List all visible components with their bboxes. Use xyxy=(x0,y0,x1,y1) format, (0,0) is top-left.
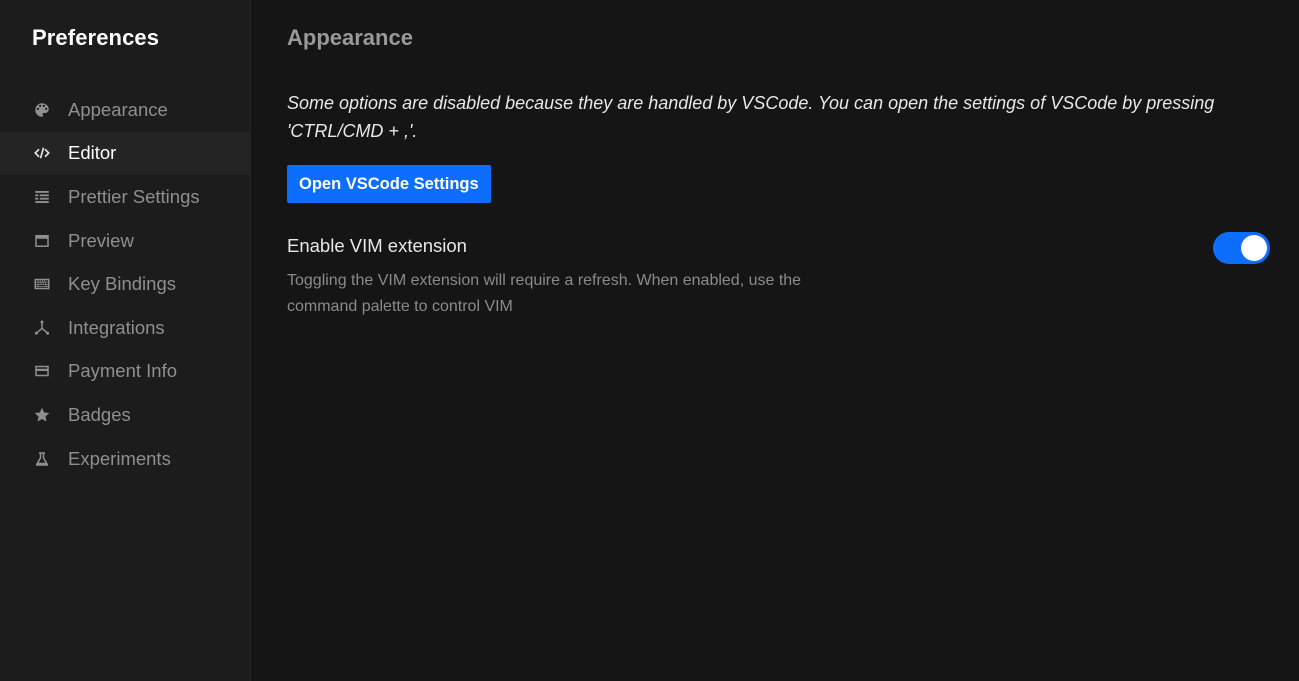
sidebar: Preferences Appearance Editor Prettier S… xyxy=(0,0,251,681)
vim-extension-setting: Enable VIM extension Toggling the VIM ex… xyxy=(287,232,1272,320)
sidebar-item-appearance[interactable]: Appearance xyxy=(0,88,250,132)
sidebar-item-payment-info[interactable]: Payment Info xyxy=(0,350,250,394)
sidebar-item-label: Editor xyxy=(68,142,117,164)
flask-icon xyxy=(32,449,52,469)
open-vscode-settings-button[interactable]: Open VSCode Settings xyxy=(287,165,491,203)
sidebar-item-editor[interactable]: Editor xyxy=(0,131,250,176)
setting-label: Enable VIM extension xyxy=(287,235,467,256)
format-list-icon xyxy=(32,187,52,207)
vim-extension-toggle[interactable] xyxy=(1213,232,1270,264)
sidebar-item-key-bindings[interactable]: Key Bindings xyxy=(0,262,250,306)
sidebar-item-prettier-settings[interactable]: Prettier Settings xyxy=(0,175,250,219)
star-icon xyxy=(32,405,52,425)
sidebar-item-label: Key Bindings xyxy=(68,273,176,295)
credit-card-icon xyxy=(32,361,52,381)
sidebar-item-label: Payment Info xyxy=(68,360,178,382)
sidebar-item-label: Badges xyxy=(68,403,131,425)
main-panel: Appearance Some options are disabled bec… xyxy=(251,0,1299,681)
keyboard-icon xyxy=(32,274,52,294)
sidebar-item-badges[interactable]: Badges xyxy=(0,393,250,437)
sidebar-nav: Appearance Editor Prettier Settings Prev… xyxy=(0,88,250,480)
sidebar-title: Preferences xyxy=(32,25,160,50)
sidebar-item-integrations[interactable]: Integrations xyxy=(0,306,250,350)
toggle-knob xyxy=(1241,235,1267,261)
window-icon xyxy=(32,231,52,251)
sidebar-item-label: Appearance xyxy=(68,98,168,120)
code-icon xyxy=(32,143,52,163)
integrations-icon xyxy=(32,318,52,338)
page-title: Appearance xyxy=(287,25,413,50)
preferences-window: Preferences Appearance Editor Prettier S… xyxy=(0,0,1299,681)
sidebar-item-label: Prettier Settings xyxy=(68,185,200,207)
sidebar-item-label: Experiments xyxy=(68,447,171,469)
setting-description: Toggling the VIM extension will require … xyxy=(287,272,802,315)
palette-icon xyxy=(32,100,52,120)
sidebar-item-label: Preview xyxy=(68,229,134,251)
vscode-notice: Some options are disabled because they a… xyxy=(287,93,1215,141)
sidebar-item-preview[interactable]: Preview xyxy=(0,219,250,263)
sidebar-item-label: Integrations xyxy=(68,316,165,338)
sidebar-item-experiments[interactable]: Experiments xyxy=(0,437,250,481)
